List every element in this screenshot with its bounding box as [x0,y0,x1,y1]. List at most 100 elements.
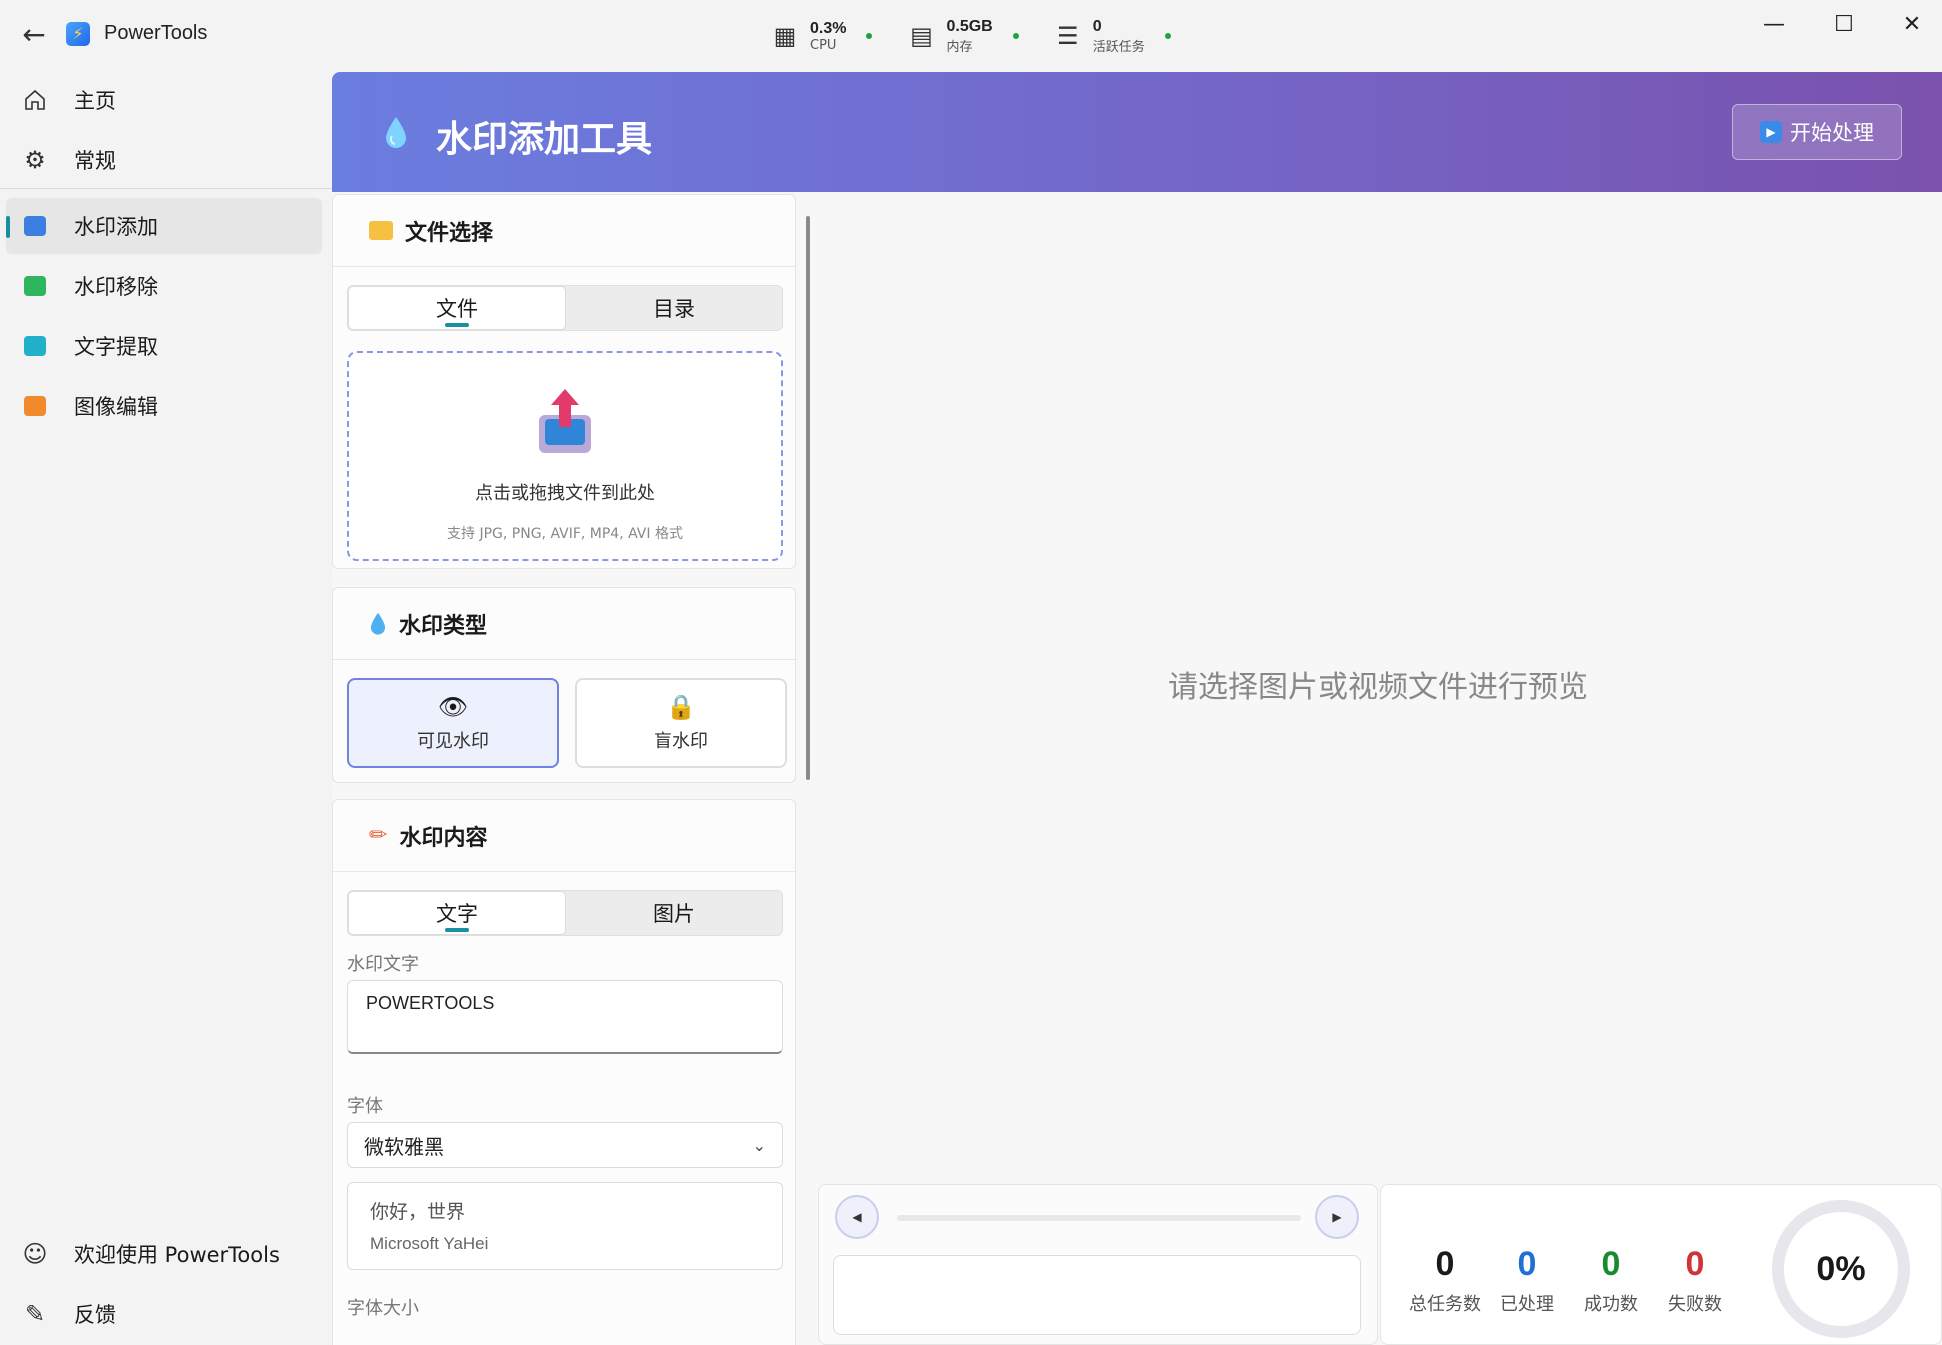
close-button[interactable]: ✕ [1882,8,1942,40]
font-select-value: 微软雅黑 [364,1134,444,1159]
font-select[interactable]: 微软雅黑 ⌄ [347,1122,783,1168]
progress-percent: 0% [1816,1249,1866,1288]
page-header: 水印添加工具 ▶ 开始处理 [332,72,1942,192]
close-icon: ✕ [1902,11,1922,37]
watermark-type-card: 水印类型 👁 可见水印 🔒 盲水印 [332,587,796,783]
minimize-button[interactable]: — [1744,8,1804,40]
nav-item-feedback[interactable]: ✎ 反馈 [6,1286,322,1342]
font-preview-name: Microsoft YaHei [370,1234,489,1253]
welcome-icon: ☺ [22,1240,48,1268]
tab-file[interactable]: 文件 [348,286,566,330]
cpu-label: CPU [810,37,837,53]
upload-icon [539,389,591,453]
start-processing-button[interactable]: ▶ 开始处理 [1732,104,1902,160]
arrow-left-icon: ← [22,17,46,51]
cpu-value: 0.3% [810,19,847,37]
app-title: PowerTools [104,22,208,44]
watermark-content-title: 水印内容 [399,825,488,851]
watermark-text-label: 水印文字 [347,954,419,975]
gear-icon: ⚙ [24,146,46,174]
page-title: 水印添加工具 [436,119,653,160]
maximize-icon: ☐ [1834,11,1854,37]
tab-text[interactable]: 文字 [348,891,566,935]
tab-directory[interactable]: 目录 [566,286,782,330]
title-bar: ← ⚡ PowerTools ▦ 0.3% CPU ▤ 0.5GB 内存 ☰ 0… [0,0,1942,72]
nav-item-text-extract[interactable]: 文字提取 [6,318,322,374]
main-content: 水印添加工具 ▶ 开始处理 文件选择 文件 目录 点击或拖拽文件到此处 支持 J… [332,72,1942,1345]
tasks-stat: ☰ 0 活跃任务 [1053,14,1171,58]
player-output-box [833,1255,1361,1335]
watermark-text-input[interactable]: POWERTOOLS [347,980,783,1054]
eye-icon: 👁 [437,693,469,721]
blind-watermark-label: 盲水印 [654,731,708,752]
watermark-add-icon [22,213,48,239]
maximize-button[interactable]: ☐ [1814,8,1874,40]
watermark-type-title: 水印类型 [399,613,488,639]
nav-label-watermark-add: 水印添加 [74,215,158,239]
home-icon [22,87,48,113]
watermark-content-tabs: 文字 图片 [347,890,783,936]
font-label: 字体 [347,1096,383,1117]
font-preview-text: 你好，世界 [370,1201,466,1223]
triangle-left-icon: ◀ [852,1210,862,1224]
nav-label-text-extract: 文字提取 [74,335,158,359]
progress-track[interactable] [897,1215,1301,1221]
memory-icon: ▤ [910,22,933,50]
sidebar-divider [0,188,332,189]
file-dropzone[interactable]: 点击或拖拽文件到此处 支持 JPG, PNG, AVIF, MP4, AVI 格… [347,351,783,561]
system-stats: ▦ 0.3% CPU ▤ 0.5GB 内存 ☰ 0 活跃任务 [770,14,1171,58]
memory-label: 内存 [946,39,973,55]
dropzone-hint: 支持 JPG, PNG, AVIF, MP4, AVI 格式 [447,526,683,542]
memory-status-dot [1012,33,1019,39]
dropzone-text: 点击或拖拽文件到此处 [475,483,655,504]
tab-image[interactable]: 图片 [566,891,782,935]
cpu-chip-icon: ▦ [773,22,797,50]
back-button[interactable]: ← [14,14,54,54]
feedback-icon: ✎ [24,1300,46,1328]
file-select-title: 文件选择 [405,220,494,246]
memory-stat: ▤ 0.5GB 内存 [906,14,1019,58]
blind-watermark-option[interactable]: 🔒 盲水印 [575,678,787,768]
nav-label-image-edit: 图像编辑 [74,395,158,419]
tasks-status-dot [1164,33,1171,39]
visible-watermark-option[interactable]: 👁 可见水印 [347,678,559,768]
nav-item-general[interactable]: ⚙ 常规 [6,132,322,188]
nav-item-home[interactable]: 主页 [6,72,322,128]
left-panel-scrollbar[interactable] [806,216,810,780]
preview-placeholder: 请选择图片或视频文件进行预览 [1168,670,1588,705]
nav-item-watermark-add[interactable]: 水印添加 [6,198,322,254]
lock-icon: 🔒 [666,693,696,721]
image-edit-icon [22,393,48,419]
file-select-card: 文件选择 文件 目录 点击或拖拽文件到此处 支持 JPG, PNG, AVIF,… [332,194,796,569]
memory-value: 0.5GB [946,17,993,35]
task-list-icon: ☰ [1056,22,1079,50]
nav-item-welcome[interactable]: ☺ 欢迎使用 PowerTools [6,1226,322,1282]
text-extract-icon [22,333,48,359]
failed-label: 失败数 [1668,1294,1722,1315]
play-icon: ▶ [1760,121,1782,143]
app-logo-icon: ⚡ [66,22,90,46]
watermark-remove-icon [22,273,48,299]
nav-item-image-edit[interactable]: 图像编辑 [6,378,322,434]
pencil-icon: ✏ [369,823,388,848]
next-button[interactable]: ▶ [1315,1195,1359,1239]
nav-label-watermark-remove: 水印移除 [74,275,158,299]
tasks-value: 0 [1092,17,1102,35]
progress-ring: 0% [1772,1200,1910,1338]
water-drop-icon [370,612,386,635]
tasks-label: 活跃任务 [1092,39,1145,55]
previous-button[interactable]: ◀ [835,1195,879,1239]
folder-icon [369,221,393,240]
file-select-tabs: 文件 目录 [347,285,783,331]
cpu-stat: ▦ 0.3% CPU [770,14,873,58]
nav-label-welcome: 欢迎使用 PowerTools [74,1243,280,1267]
triangle-right-icon: ▶ [1332,1210,1342,1224]
water-drop-icon [386,117,406,148]
nav-label-feedback: 反馈 [74,1303,116,1327]
font-preview: 你好，世界 Microsoft YaHei [347,1182,783,1270]
media-player: ◀ ▶ [818,1184,1378,1345]
nav-label-home: 主页 [74,89,116,113]
nav-item-watermark-remove[interactable]: 水印移除 [6,258,322,314]
watermark-content-card: ✏ 水印内容 文字 图片 水印文字 POWERTOOLS 字体 微软雅黑 ⌄ 你… [332,799,796,1345]
failed-value: 0 [1685,1245,1705,1283]
